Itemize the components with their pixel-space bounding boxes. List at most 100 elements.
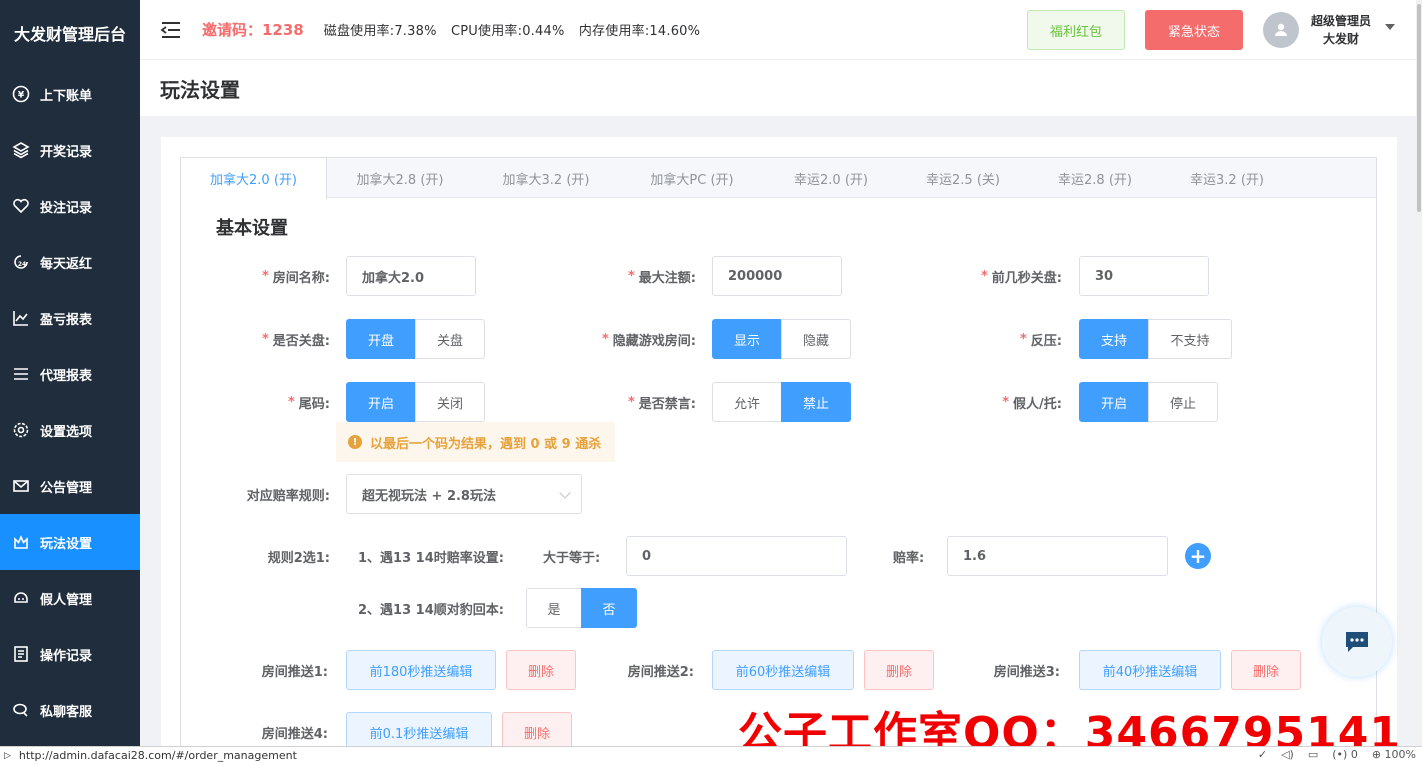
refund-no-option[interactable]: 否 [581,588,637,628]
push2-delete-button[interactable]: 删除 [864,650,934,690]
counter-unsupported-option[interactable]: 不支持 [1148,319,1232,359]
sidebar-item-label: 代理报表 [40,368,93,384]
odds-label: 赔率: [893,550,925,566]
sidebar-item-label: 假人管理 [40,592,93,608]
menu-fold-icon[interactable] [160,19,182,41]
section-title: 基本设置 [216,218,288,239]
sidebar-item-label: 上下账单 [40,88,93,104]
sidebar-item-announcements[interactable]: 公告管理 [0,458,140,514]
gte-label: 大于等于: [543,550,601,566]
show-room-option[interactable]: 显示 [712,319,782,359]
hide-room-option[interactable]: 隐藏 [781,319,851,359]
sidebar-item-profit-report[interactable]: 盈亏报表 [0,290,140,346]
tab-lucky-2-5[interactable]: 幸运2.5 (关) [897,158,1029,198]
refund-yes-option[interactable]: 是 [526,588,582,628]
tab-canada-pc[interactable]: 加拿大PC (开) [619,158,765,198]
zoom-icon[interactable]: ⊕ 100% [1372,748,1416,761]
page-header: 玩法设置 [140,60,1416,116]
check-icon[interactable]: ✓ [1258,748,1267,761]
add-rule-button[interactable]: + [1185,543,1211,569]
required-mark: * [627,268,635,284]
push3-edit-button[interactable]: 前40秒推送编辑 [1079,650,1221,690]
memory-usage: 内存使用率:14.60% [578,24,701,39]
caret-down-icon[interactable] [1385,24,1395,30]
close-market-option[interactable]: 关盘 [415,319,485,359]
welfare-redpacket-button[interactable]: 福利红包 [1027,10,1125,50]
push1-label: 房间推送1: [261,664,328,680]
sidebar-item-operation-log[interactable]: 操作记录 [0,626,140,682]
label-text: 隐藏游戏房间: [612,333,696,349]
room-name-input[interactable]: 加拿大2.0 [346,256,476,296]
sidebar-item-agent-report[interactable]: 代理报表 [0,346,140,402]
notice-text: 以最后一个码为结果，遇到 0 或 9 通杀 [370,436,602,452]
push3-delete-button[interactable]: 删除 [1231,650,1301,690]
label-text: 最大注额: [638,270,696,286]
sidebar-item-settings[interactable]: 设置选项 [0,402,140,458]
yen-circle-icon: ¥ [12,85,30,103]
tab-lucky-3-2[interactable]: 幸运3.2 (开) [1161,158,1293,198]
cpu-usage: CPU使用率:0.44% [450,24,565,39]
close-seconds-input[interactable]: 30 [1079,256,1209,296]
brand-title: 大发财管理后台 [0,0,140,66]
tab-lucky-2-8[interactable]: 幸运2.8 (开) [1029,158,1161,198]
required-mark: * [601,331,609,347]
sidebar-item-private-chat[interactable]: 私聊客服 [0,682,140,738]
counter-icon[interactable]: (•) 0 [1332,748,1358,761]
top-bar: 邀请码：1238 磁盘使用率:7.38% CPU使用率:0.44% 内存使用率:… [140,0,1416,60]
tail-off-option[interactable]: 关闭 [415,382,485,422]
sidebar-item-bet-records[interactable]: 投注记录 [0,178,140,234]
window-icon[interactable]: ▭ [1308,748,1318,761]
mute-chat-option[interactable]: 禁止 [781,382,851,422]
zoom-value: 100% [1384,748,1416,761]
label-text: 前几秒关盘: [991,270,1062,286]
allow-chat-option[interactable]: 允许 [712,382,782,422]
counter-support-option[interactable]: 支持 [1079,319,1149,359]
user-icon [1275,23,1287,36]
push2-label: 房间推送2: [627,664,694,680]
avatar[interactable] [1263,12,1299,48]
odds-rule-select[interactable]: 超无视玩法 + 2.8玩法 [346,474,582,514]
room-name-label: * 房间名称: [200,256,330,296]
sidebar-item-game-settings[interactable]: 玩法设置 [0,514,140,570]
sidebar-item-fake-users[interactable]: 假人管理 [0,570,140,626]
tab-lucky-2-0[interactable]: 幸运2.0 (开) [765,158,897,198]
tabs-bar: 加拿大2.0 (开) 加拿大2.8 (开) 加拿大3.2 (开) 加拿大PC (… [181,158,1376,199]
page-scrollbar-thumb[interactable] [1417,4,1421,212]
tab-canada-3-2[interactable]: 加拿大3.2 (开) [473,158,619,198]
system-stats: 磁盘使用率:7.38% CPU使用率:0.44% 内存使用率:14.60% [324,20,710,39]
fake-on-option[interactable]: 开启 [1079,382,1149,422]
required-mark: * [980,268,988,284]
tail-on-option[interactable]: 开启 [346,382,416,422]
user-info[interactable]: 超级管理员 大发财 [1306,12,1376,48]
user-name: 大发财 [1322,32,1359,46]
tab-canada-2-8[interactable]: 加拿大2.8 (开) [327,158,473,198]
is-closed-label: * 是否关盘: [200,319,330,359]
push2-edit-button[interactable]: 前60秒推送编辑 [712,650,854,690]
tab-canada-2-0[interactable]: 加拿大2.0 (开) [181,158,327,199]
gear-icon [12,421,30,439]
speaker-icon[interactable]: ◁) [1281,748,1294,761]
open-market-option[interactable]: 开盘 [346,319,416,359]
floating-chat-button[interactable] [1322,607,1392,677]
message-icon [1346,632,1368,652]
emergency-status-button[interactable]: 紧急状态 [1145,10,1243,50]
sidebar-item-bills[interactable]: ¥ 上下账单 [0,66,140,122]
max-bet-input[interactable]: 200000 [712,256,842,296]
fake-user-radio-group: 开启 停止 [1079,382,1218,422]
clock-24-icon: 24 [12,253,30,271]
line-chart-icon [12,309,30,327]
play-icon: ▷ [4,750,11,761]
push1-edit-button[interactable]: 前180秒推送编辑 [346,650,496,690]
fake-off-option[interactable]: 停止 [1148,382,1218,422]
rule2-item1-text: 1、遇13 14时赔率设置: [358,550,504,566]
sidebar-item-draw-records[interactable]: 开奖记录 [0,122,140,178]
required-mark: * [627,394,635,410]
label-text: 尾码: [298,396,330,412]
tail-code-notice: ! 以最后一个码为结果，遇到 0 或 9 通杀 [336,422,615,462]
label-text: 假人/托: [1013,396,1062,412]
gte-input[interactable]: 0 [626,536,847,576]
counter-label: * 反压: [930,319,1062,359]
odds-input[interactable]: 1.6 [947,536,1168,576]
sidebar-item-daily-rebate[interactable]: 24 每天返红 [0,234,140,290]
robot-icon [12,589,30,607]
